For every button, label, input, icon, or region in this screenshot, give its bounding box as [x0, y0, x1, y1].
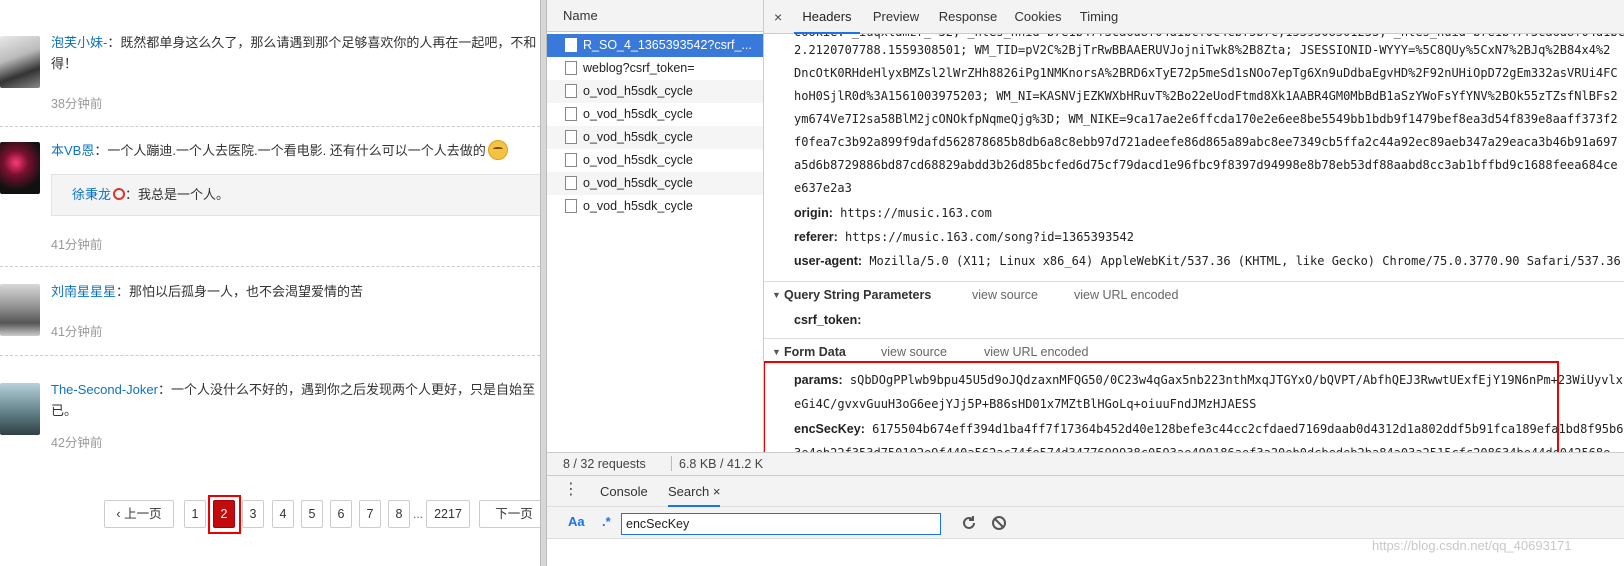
cookie-value-line: e637e2a3: [794, 181, 852, 195]
divider: [0, 355, 540, 356]
comment-username[interactable]: 刘南星星星: [51, 284, 116, 299]
watermark: https://blog.csdn.net/qq_40693171: [1372, 538, 1572, 553]
file-icon: [565, 84, 577, 98]
referer-header: referer: https://music.163.com/song?id=1…: [794, 230, 1134, 244]
page-button[interactable]: 5: [301, 500, 323, 528]
search-input[interactable]: [621, 513, 941, 535]
avatar[interactable]: [0, 142, 40, 194]
cookie-value-line: f0fea7c3b92a899f9dafd562878685b8db6a8c8e…: [794, 135, 1618, 149]
comment-text: 本VB恩：一个人蹦迪.一个人去医院.一个看电影. 还有什么可以一个人去做的: [51, 140, 540, 162]
transfer-size-label: 6.8 KB / 41.2 K: [679, 457, 764, 471]
page-button[interactable]: 4: [272, 500, 294, 528]
tab-search[interactable]: Search ×: [668, 476, 721, 507]
pensive-emoji-icon: [487, 140, 508, 160]
comment-item: 本VB恩：一个人蹦迪.一个人去医院.一个看电影. 还有什么可以一个人去做的 徐秉…: [0, 126, 540, 266]
comment-time: 42分钟前: [51, 436, 103, 450]
query-string-section: ▼ Query String Parameters view source vi…: [764, 281, 1624, 307]
cookie-value-line: a5d6b8729886bd87cd68829abdd3b26d85bcfed6…: [794, 158, 1618, 172]
details-tabs: × Headers Preview Response Cookies Timin…: [764, 0, 1624, 34]
search-toolbar: Aa .*: [547, 507, 1624, 539]
comment-text-line2: 已。: [51, 403, 78, 418]
name-column-header[interactable]: Name: [547, 0, 763, 32]
reply-text: 徐秉龙 ：我总是一个人。: [72, 187, 230, 202]
file-icon: [565, 176, 577, 190]
file-icon: [565, 61, 577, 75]
avatar[interactable]: [0, 284, 40, 336]
regex-toggle[interactable]: .*: [602, 514, 611, 529]
comment-time: 38分钟前: [51, 97, 103, 111]
request-count-label: 8 / 32 requests: [563, 457, 646, 471]
comment-time: 41分钟前: [51, 325, 103, 339]
page-button-last[interactable]: 2217: [426, 500, 470, 528]
tab-timing[interactable]: Timing: [1074, 0, 1124, 34]
close-icon[interactable]: ×: [774, 0, 782, 34]
highlight-box: [208, 495, 241, 534]
drawer-tabbar: ⋮ Console Search ×: [547, 475, 1624, 507]
view-source-link[interactable]: view source: [972, 282, 1038, 308]
status-separator: [671, 456, 672, 471]
page-button[interactable]: 3: [242, 500, 264, 528]
cookie-value-line: hoH0SjlR0d%3A1561003975203; WM_NI=KASNVj…: [794, 89, 1618, 103]
comment-text: The-Second-Joker：一个人没什么不好的，遇到你之后发现两个人更好，…: [51, 382, 535, 397]
close-icon[interactable]: ×: [713, 484, 721, 499]
request-row[interactable]: o_vod_h5sdk_cycle: [547, 103, 763, 126]
tab-console[interactable]: Console: [600, 476, 648, 507]
comment-panel: 泡芙小妹-：既然都单身这么久了，那么请遇到那个足够喜欢你的人再在一起吧，不和 得…: [0, 0, 540, 566]
tab-response[interactable]: Response: [934, 0, 1002, 34]
request-row[interactable]: o_vod_h5sdk_cycle: [547, 149, 763, 172]
file-icon: [565, 153, 577, 167]
reply-box: 徐秉龙 ：我总是一个人。: [51, 174, 540, 216]
request-details-panel: × Headers Preview Response Cookies Timin…: [764, 0, 1624, 475]
network-request-list: Name R_SO_4_1365393542?csrf_... weblog?c…: [547, 0, 764, 475]
tab-headers[interactable]: Headers: [794, 0, 860, 34]
file-icon: [565, 199, 577, 213]
file-icon: [565, 107, 577, 121]
request-row[interactable]: o_vod_h5sdk_cycle: [547, 195, 763, 218]
request-row-selected[interactable]: R_SO_4_1365393542?csrf_...: [547, 34, 763, 57]
divider: [0, 266, 540, 267]
cookie-value-line: ym674Ve7I2sa58BlM2jcONOkfpNqmeQjg%3D; WM…: [794, 112, 1618, 126]
clear-icon[interactable]: [990, 514, 1008, 532]
panel-splitter[interactable]: [540, 0, 547, 566]
page-ellipsis: ...: [413, 507, 424, 521]
request-row[interactable]: o_vod_h5sdk_cycle: [547, 126, 763, 149]
user-agent-header: user-agent: Mozilla/5.0 (X11; Linux x86_…: [794, 254, 1621, 268]
request-row[interactable]: o_vod_h5sdk_cycle: [547, 172, 763, 195]
comment-time: 41分钟前: [51, 238, 103, 252]
comment-text-line2: 得！: [51, 56, 78, 71]
prev-page-button[interactable]: ‹ 上一页: [104, 500, 174, 528]
page-button[interactable]: 8: [388, 500, 410, 528]
comment-username[interactable]: 本VB恩: [51, 143, 94, 158]
origin-header: origin: https://music.163.com: [794, 206, 992, 220]
comment-text: 刘南星星星：那怕以后孤身一人，也不会渴望爱情的苦: [51, 284, 364, 299]
reply-username[interactable]: 徐秉龙: [72, 187, 111, 202]
more-menu-icon[interactable]: ⋮: [563, 482, 579, 498]
expand-triangle-icon[interactable]: ▼: [772, 282, 781, 308]
file-icon: [565, 38, 577, 52]
page-button[interactable]: 7: [359, 500, 381, 528]
match-case-toggle[interactable]: Aa: [568, 514, 585, 529]
avatar[interactable]: [0, 383, 40, 435]
highlight-box: [764, 361, 1559, 466]
csrf-token-param: csrf_token:: [794, 313, 862, 327]
page-button[interactable]: 1: [184, 500, 206, 528]
status-text: 8 / 32 requests 6.8 KB / 41.2 K: [547, 452, 1624, 475]
tab-cookies[interactable]: Cookies: [1010, 0, 1066, 34]
comment-username[interactable]: 泡芙小妹-: [51, 35, 107, 50]
chevron-left-icon: ‹: [116, 507, 125, 521]
avatar[interactable]: [0, 36, 40, 88]
cookie-value-line: 2.2120707788.1559308501; WM_TID=pV2C%2Bj…: [794, 43, 1611, 57]
view-url-encoded-link[interactable]: view URL encoded: [1074, 282, 1178, 308]
request-row[interactable]: weblog?csrf_token=: [547, 57, 763, 80]
tab-preview[interactable]: Preview: [868, 0, 924, 34]
cookie-value-line: DncOtK0RHdeHlyxBMZsl2lWrZHh8826iPg1NMKno…: [794, 66, 1618, 80]
request-row[interactable]: o_vod_h5sdk_cycle: [547, 80, 763, 103]
page-button[interactable]: 6: [330, 500, 352, 528]
comment-text: 泡芙小妹-：既然都单身这么久了，那么请遇到那个足够喜欢你的人再在一起吧，不和: [51, 35, 537, 50]
comment-username[interactable]: The-Second-Joker: [51, 382, 158, 397]
file-icon: [565, 130, 577, 144]
next-page-button[interactable]: 下一页: [479, 500, 540, 528]
refresh-icon[interactable]: [960, 514, 978, 532]
vip-badge-icon: [113, 188, 126, 200]
